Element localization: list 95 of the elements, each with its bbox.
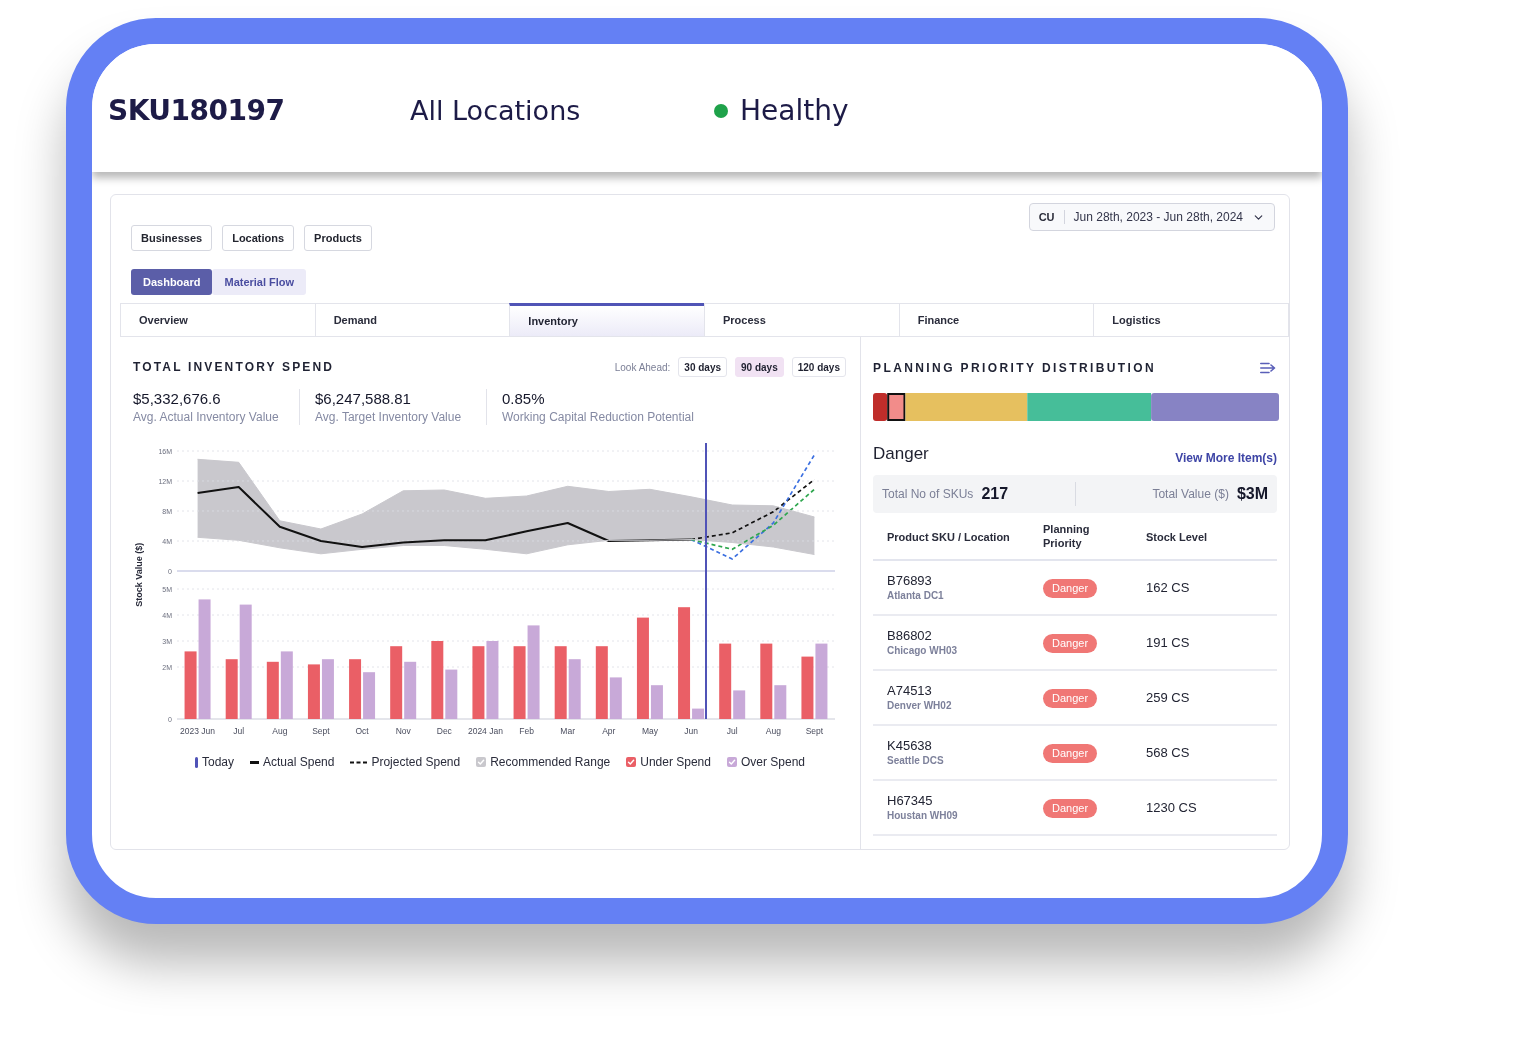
stock-level-cell: 259 CS — [1146, 690, 1190, 705]
stat-value: 0.85% — [502, 389, 546, 409]
x-tick-label: 2023 Jun — [180, 726, 216, 736]
location-cell: Chicago WH03 — [887, 643, 957, 657]
stock-level-cell: 568 CS — [1146, 745, 1190, 760]
y-axis-label: Stock Value ($) — [133, 541, 146, 607]
stock-level-cell: 191 CS — [1146, 635, 1190, 650]
group-heading: Danger — [873, 443, 929, 465]
lines-arrow-icon — [1259, 362, 1277, 374]
sku-cell: B76893 — [887, 572, 932, 589]
legend-label: Over Spend — [740, 754, 805, 771]
priority-badge: Danger — [1043, 634, 1098, 653]
x-tick-label: Feb — [519, 726, 534, 736]
status-label: Healthy — [740, 93, 849, 129]
location-cell: Seattle DCS — [887, 753, 944, 767]
chart-bar — [363, 672, 376, 719]
checkbox-icon[interactable] — [476, 757, 487, 767]
look-ahead-label: Look Ahead: — [614, 360, 671, 375]
summary-label: Total Value ($) — [1152, 485, 1229, 503]
sku-cell: H67345 — [887, 792, 933, 809]
priority-badge: Danger — [1043, 689, 1098, 708]
look-ahead-option[interactable]: 120 days — [791, 357, 846, 377]
x-tick-label: 2024 Jan — [467, 726, 503, 736]
tab[interactable]: Logistics — [1093, 303, 1289, 337]
column-header: Product SKU / Location — [887, 530, 1010, 543]
summary-value: 217 — [981, 483, 1009, 504]
location-cell: Houstan WH09 — [887, 808, 958, 822]
column-header: Planning Priority — [1043, 521, 1091, 550]
filter-button[interactable]: Products — [304, 225, 372, 251]
chart-bar — [801, 656, 814, 719]
column-header: Stock Level — [1146, 530, 1208, 543]
collapse-panel-button[interactable] — [1259, 361, 1277, 375]
view-toggle-tab[interactable]: Material Flow — [212, 269, 307, 295]
x-tick-label: May — [641, 726, 658, 736]
stat-label: Working Capital Reduction Potential — [502, 409, 694, 425]
summary-value: $3M — [1236, 483, 1268, 504]
x-tick-label: Jul — [726, 726, 738, 736]
x-tick-label: Aug — [765, 726, 781, 736]
look-ahead-option[interactable]: 90 days — [735, 357, 784, 377]
x-tick-label: Aug — [272, 726, 288, 736]
view-more-link[interactable]: View More Item(s) — [1175, 448, 1277, 467]
filter-button[interactable]: Locations — [222, 225, 295, 251]
x-tick-label: Jun — [684, 726, 698, 736]
x-tick-label: Dec — [436, 726, 452, 736]
location-title: All Locations — [410, 94, 581, 126]
look-ahead-option[interactable]: 30 days — [678, 357, 728, 377]
chart-bar — [404, 661, 417, 719]
priority-badge: Danger — [1043, 579, 1098, 598]
stock-level-cell: 1230 CS — [1146, 800, 1197, 815]
chart-bar — [266, 661, 279, 719]
dashed-line-icon — [350, 760, 368, 764]
tab[interactable]: Process — [704, 303, 900, 337]
sku-cell: A74513 — [887, 682, 932, 699]
x-tick-label: Sept — [312, 726, 330, 736]
sku-cell: B86802 — [887, 627, 932, 644]
summary-label: Total No of SKUs — [882, 485, 974, 503]
chart-bar — [321, 659, 334, 719]
x-tick-label: Nov — [395, 726, 411, 736]
tab[interactable]: Demand — [314, 303, 511, 337]
x-tick-label: Jul — [233, 726, 245, 736]
location-cell: Atlanta DC1 — [887, 588, 944, 602]
tab[interactable]: Finance — [898, 303, 1095, 337]
filter-button[interactable]: Businesses — [131, 225, 213, 251]
chart-bar — [349, 659, 362, 719]
checkbox-icon[interactable] — [726, 757, 737, 767]
section-title: PLANNING PRIORITY DISTRIBUTION — [873, 360, 1157, 377]
location-cell: Denver WH02 — [887, 698, 952, 712]
chart-bar — [568, 659, 581, 719]
chart-bar — [307, 664, 320, 719]
legend-label: Actual Spend — [263, 754, 335, 771]
distribution-segment[interactable] — [887, 393, 906, 421]
legend-label: Today — [202, 754, 235, 771]
tab[interactable]: Inventory — [509, 303, 705, 337]
x-tick-label: Oct — [355, 726, 369, 736]
stat-label: Avg. Actual Inventory Value — [133, 409, 280, 425]
tab[interactable]: Overview — [120, 303, 316, 337]
x-tick-label: Apr — [602, 726, 616, 736]
chart-bar — [280, 651, 293, 719]
priority-badge: Danger — [1043, 744, 1098, 763]
stat-label: Avg. Target Inventory Value — [315, 409, 463, 425]
date-range-picker[interactable]: CU Jun 28th, 2023 - Jun 28th, 2024 — [1028, 203, 1275, 231]
section-title: TOTAL INVENTORY SPEND — [133, 359, 335, 376]
priority-badge: Danger — [1043, 799, 1098, 818]
stock-level-cell: 162 CS — [1146, 580, 1190, 595]
x-tick-label: Sept — [805, 726, 824, 736]
stat-value: $6,247,588.81 — [315, 389, 412, 409]
x-tick-label: Mar — [560, 726, 575, 736]
stat-value: $5,332,676.6 — [133, 389, 222, 409]
legend-label: Projected Spend — [371, 754, 461, 771]
checkbox-icon[interactable] — [626, 757, 637, 767]
sku-cell: K45638 — [887, 737, 932, 754]
sku-title: SKU180197 — [108, 94, 285, 127]
view-toggle-tab[interactable]: Dashboard — [131, 269, 213, 295]
legend-label: Recommended Range — [490, 754, 611, 771]
legend-label: Under Spend — [640, 754, 711, 771]
